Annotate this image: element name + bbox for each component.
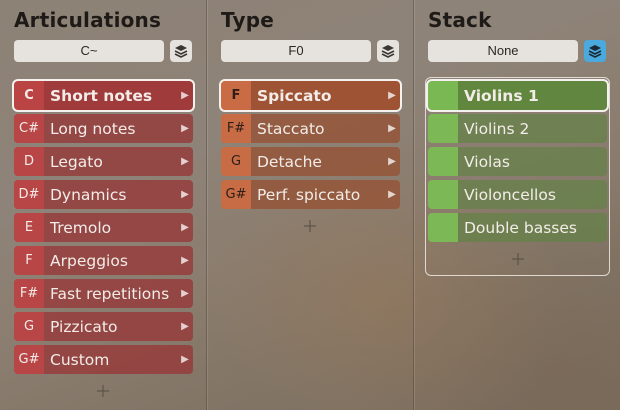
item-label: Legato: [50, 152, 103, 171]
type-item-staccato[interactable]: F# Staccato ▶: [221, 114, 400, 143]
type-item-perf-spiccato[interactable]: G# Perf. spiccato ▶: [221, 180, 400, 209]
item-label: Long notes: [50, 119, 136, 138]
item-label: Staccato: [257, 119, 325, 138]
key-label: F#: [14, 279, 44, 308]
item-label: Arpeggios: [50, 251, 128, 270]
chevron-right-icon: ▶: [388, 156, 396, 167]
articulation-item-legato[interactable]: D Legato ▶: [14, 147, 193, 176]
item-label: Double basses: [464, 218, 577, 237]
item-label: Spiccato: [257, 86, 332, 105]
chevron-right-icon: ▶: [181, 255, 189, 266]
articulation-item-pizzicato[interactable]: G Pizzicato ▶: [14, 312, 193, 341]
layers-icon: [588, 45, 602, 58]
chevron-right-icon: ▶: [181, 288, 189, 299]
stack-item-violins-2[interactable]: Violins 2: [428, 114, 607, 143]
type-item-detache[interactable]: G Detache ▶: [221, 147, 400, 176]
articulation-item-arpeggios[interactable]: F Arpeggios ▶: [14, 246, 193, 275]
key-label: G: [14, 312, 44, 341]
layers-icon: [174, 45, 188, 58]
stack-item-double-basses[interactable]: Double basses: [428, 213, 607, 242]
articulation-item-dynamics[interactable]: D# Dynamics ▶: [14, 180, 193, 209]
key-label: G#: [221, 180, 251, 209]
key-label: F: [221, 81, 251, 110]
articulations-column: Articulations C~ C Short notes ▶ C# Long…: [0, 0, 206, 410]
key-label: G#: [14, 345, 44, 374]
item-label: Fast repetitions: [50, 284, 170, 303]
stack-item-violas[interactable]: Violas: [428, 147, 607, 176]
key-label: E: [14, 213, 44, 242]
color-swatch: [428, 147, 458, 176]
key-label: F#: [221, 114, 251, 143]
color-swatch: [428, 180, 458, 209]
add-articulation-plus-icon[interactable]: [95, 383, 111, 399]
articulation-item-short-notes[interactable]: C Short notes ▶: [12, 79, 195, 112]
item-label: Detache: [257, 152, 322, 171]
key-label: G: [221, 147, 251, 176]
add-stack-plus-icon[interactable]: [510, 251, 526, 267]
chevron-right-icon: ▶: [181, 321, 189, 332]
item-label: Violas: [464, 152, 510, 171]
item-label: Custom: [50, 350, 110, 369]
type-stack-button[interactable]: [377, 40, 399, 62]
chevron-right-icon: ▶: [388, 90, 396, 101]
color-swatch: [428, 81, 458, 110]
chevron-right-icon: ▶: [181, 156, 189, 167]
item-label: Violins 1: [464, 86, 539, 105]
key-label: D: [14, 147, 44, 176]
stack-item-violoncellos[interactable]: Violoncellos: [428, 180, 607, 209]
chevron-right-icon: ▶: [388, 123, 396, 134]
chevron-right-icon: ▶: [181, 123, 189, 134]
key-label: D#: [14, 180, 44, 209]
articulation-item-custom[interactable]: G# Custom ▶: [14, 345, 193, 374]
stack-title: Stack: [428, 8, 492, 32]
item-label: Dynamics: [50, 185, 127, 204]
type-item-spiccato[interactable]: F Spiccato ▶: [219, 79, 402, 112]
key-label: C: [14, 81, 44, 110]
chevron-right-icon: ▶: [181, 90, 189, 101]
chevron-right-icon: ▶: [181, 222, 189, 233]
type-title: Type: [221, 8, 274, 32]
item-label: Perf. spiccato: [257, 185, 361, 204]
type-column: Type F0 F Spiccato ▶ F# Staccato ▶ G Det…: [207, 0, 413, 410]
stack-selector[interactable]: None: [428, 40, 578, 62]
articulation-item-fast-repetitions[interactable]: F# Fast repetitions ▶: [14, 279, 193, 308]
type-selector[interactable]: F0: [221, 40, 371, 62]
stack-item-violins-1[interactable]: Violins 1: [426, 79, 609, 112]
key-label: F: [14, 246, 44, 275]
articulations-stack-button[interactable]: [170, 40, 192, 62]
add-type-plus-icon[interactable]: [302, 218, 318, 234]
articulations-title: Articulations: [14, 8, 162, 32]
color-swatch: [428, 213, 458, 242]
stack-stack-button[interactable]: [584, 40, 606, 62]
chevron-right-icon: ▶: [181, 354, 189, 365]
color-swatch: [428, 114, 458, 143]
articulations-selector[interactable]: C~: [14, 40, 164, 62]
item-label: Short notes: [50, 86, 153, 105]
chevron-right-icon: ▶: [388, 189, 396, 200]
chevron-right-icon: ▶: [181, 189, 189, 200]
item-label: Violoncellos: [464, 185, 556, 204]
articulation-item-long-notes[interactable]: C# Long notes ▶: [14, 114, 193, 143]
item-label: Pizzicato: [50, 317, 118, 336]
item-label: Tremolo: [50, 218, 112, 237]
item-label: Violins 2: [464, 119, 530, 138]
articulation-item-tremolo[interactable]: E Tremolo ▶: [14, 213, 193, 242]
key-label: C#: [14, 114, 44, 143]
layers-icon: [381, 45, 395, 58]
